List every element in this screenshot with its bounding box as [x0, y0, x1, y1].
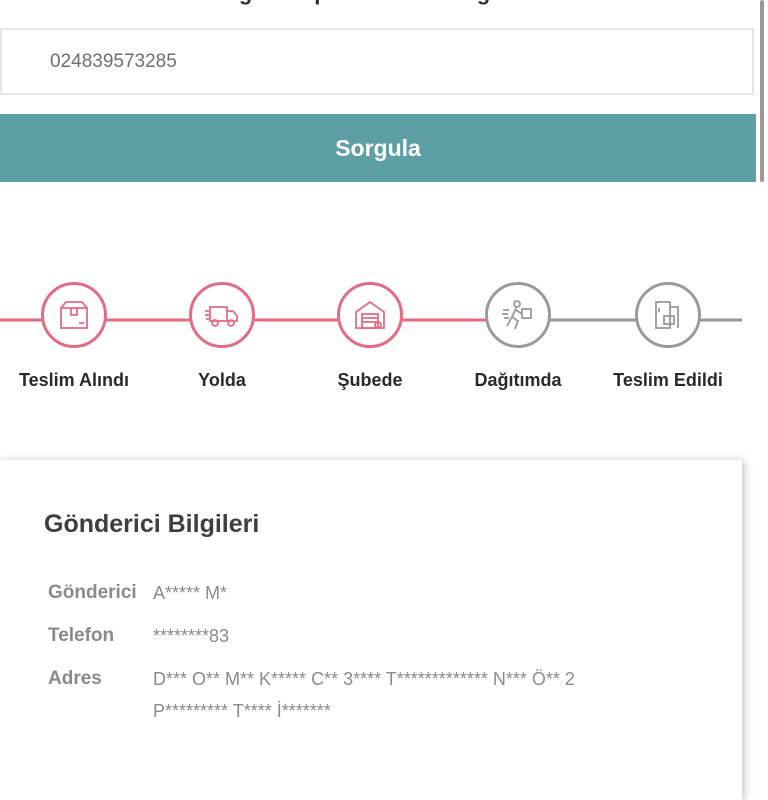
step-label: Dağıtımda	[474, 370, 562, 390]
query-button[interactable]: Sorgula	[0, 114, 756, 182]
sender-value: A***** M*	[153, 583, 228, 603]
step-label: Teslim Alındı	[18, 370, 129, 390]
step-circle	[189, 282, 255, 348]
step-teslim-alindi: Teslim Alındı	[4, 282, 144, 391]
door-delivered-icon	[655, 301, 679, 329]
address-label: Adres	[48, 668, 102, 689]
warehouse-icon	[355, 300, 385, 329]
sender-label: Gönderici	[48, 582, 137, 603]
running-courier-icon	[502, 300, 532, 330]
step-label: Şubede	[337, 370, 403, 390]
step-circle	[41, 282, 107, 348]
step-teslim-edildi: Teslim Edildi	[598, 282, 738, 391]
phone-label: Telefon	[48, 625, 115, 646]
step-subede: Şubede	[300, 282, 440, 391]
phone-value: ********83	[153, 626, 230, 646]
step-circle	[485, 282, 551, 348]
step-label: Yolda	[198, 370, 246, 390]
step-label: Teslim Edildi	[613, 370, 723, 390]
shipment-status-timeline: Teslim Alındı Yolda Şubede Dağıtımda Tes…	[0, 250, 768, 410]
package-icon	[60, 301, 88, 329]
scrollbar[interactable]	[760, 0, 764, 182]
address-value-line1: D*** O** M** K***** C** 3**** T*********…	[153, 669, 575, 689]
card-title: Gönderici Bilgileri	[44, 510, 260, 538]
step-yolda: Yolda	[152, 282, 292, 391]
tracking-number-input[interactable]	[0, 28, 754, 95]
sender-info-card: Gönderici Bilgileri Gönderici A***** M* …	[0, 460, 742, 800]
step-circle	[635, 282, 701, 348]
delivery-truck-icon	[205, 306, 238, 327]
step-dagitimda: Dağıtımda	[448, 282, 588, 391]
address-value-line2: P********* T**** İ*******	[153, 701, 331, 721]
step-circle	[337, 282, 403, 348]
page-title: Kargo Takip Numarası Sorgulama	[0, 0, 756, 10]
